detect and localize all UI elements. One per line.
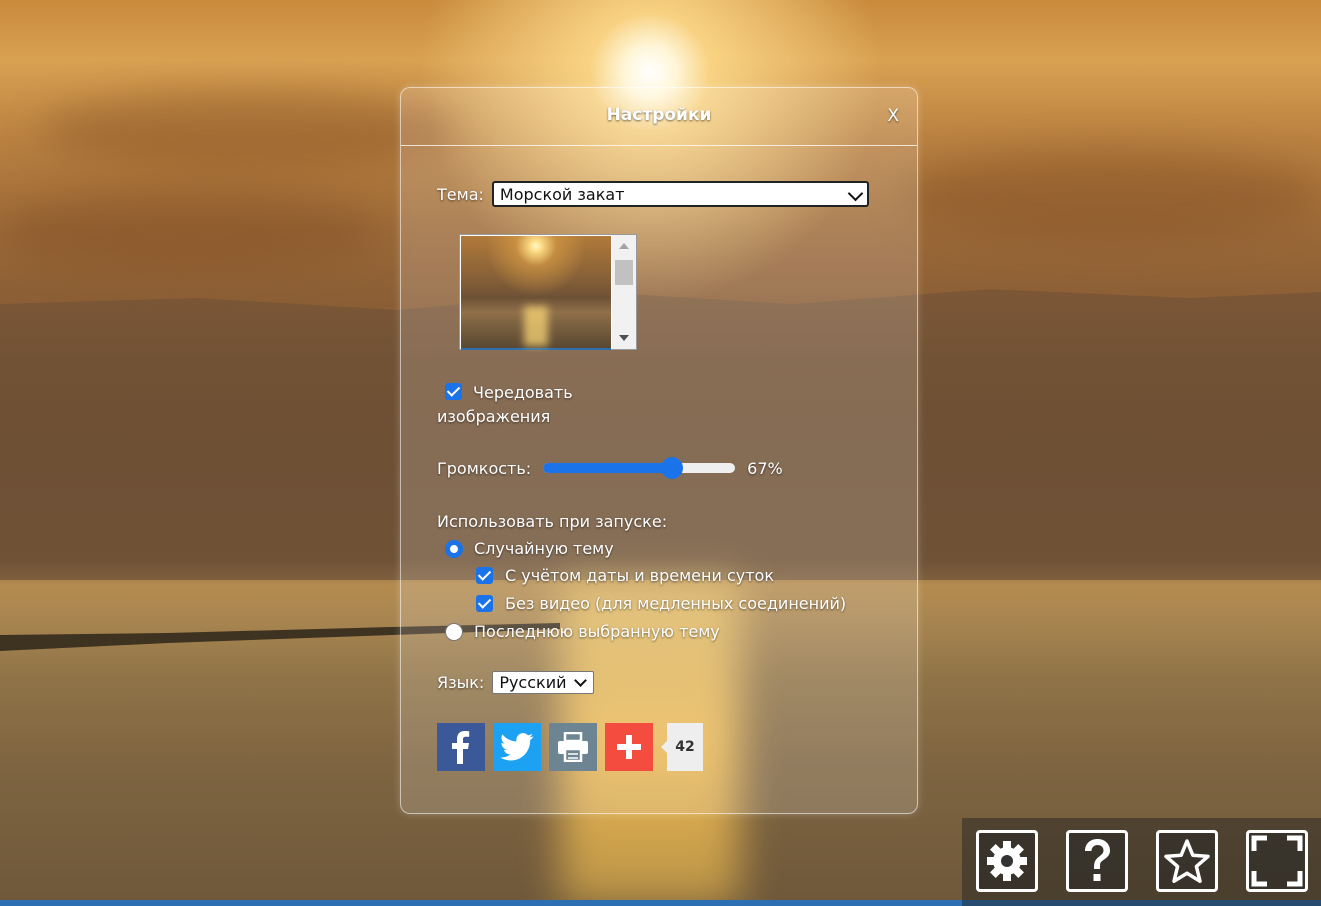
- facebook-share-button[interactable]: [437, 722, 485, 771]
- theme-thumbnail[interactable]: [461, 236, 611, 350]
- slider-fill: [543, 463, 673, 473]
- dialog-title: Настройки: [606, 105, 712, 125]
- rotate-images-option[interactable]: Чередовать изображения: [437, 381, 637, 429]
- volume-row: Громкость: 67%: [437, 456, 783, 480]
- help-button[interactable]: [1066, 830, 1128, 892]
- rotate-images-checkbox[interactable]: [445, 383, 462, 400]
- close-button[interactable]: X: [887, 106, 899, 126]
- language-label: Язык:: [437, 672, 485, 692]
- startup-label: Использовать при запуске:: [437, 512, 668, 531]
- cloud: [900, 150, 1320, 240]
- thumbnail-reflection: [524, 306, 548, 346]
- twitter-share-button[interactable]: [493, 722, 541, 771]
- volume-label: Громкость:: [437, 458, 532, 478]
- share-bar: 42: [437, 722, 703, 771]
- language-row: Язык: Русский: [437, 670, 595, 694]
- random-theme-label: Случайную тему: [474, 539, 614, 558]
- print-button[interactable]: [549, 722, 597, 771]
- plus-icon: [617, 734, 641, 759]
- facebook-icon: [452, 730, 470, 764]
- date-time-option[interactable]: С учётом даты и времени суток: [476, 566, 774, 585]
- corner-toolbar: [962, 818, 1321, 906]
- no-video-label: Без видео (для медленных соединений): [505, 594, 847, 613]
- last-theme-label: Последнюю выбранную тему: [474, 622, 720, 641]
- favorite-button[interactable]: [1156, 830, 1218, 892]
- theme-label: Тема:: [437, 184, 484, 204]
- theme-preview-list[interactable]: [459, 234, 637, 350]
- fullscreen-icon: [1251, 835, 1303, 887]
- rotate-images-label: Чередовать изображения: [437, 383, 573, 426]
- share-count: 42: [661, 722, 703, 771]
- twitter-icon: [500, 732, 534, 760]
- random-theme-radio[interactable]: [445, 539, 463, 558]
- settings-dialog: Настройки X Тема: Морской закат Чередова…: [400, 87, 918, 814]
- theme-row: Тема: Морской закат: [437, 181, 869, 207]
- print-icon: [558, 731, 588, 762]
- date-time-label: С учётом даты и времени суток: [505, 566, 775, 585]
- cloud: [0, 190, 380, 270]
- chevron-down-icon: [574, 673, 588, 687]
- no-video-option[interactable]: Без видео (для медленных соединений): [476, 594, 846, 613]
- scroll-down-icon[interactable]: [619, 335, 629, 341]
- last-theme-option[interactable]: Последнюю выбранную тему: [445, 622, 720, 641]
- more-share-button[interactable]: [605, 722, 653, 771]
- slider-handle[interactable]: [661, 457, 684, 479]
- gear-icon: [987, 841, 1027, 881]
- random-theme-option[interactable]: Случайную тему: [445, 539, 614, 558]
- preview-scrollbar[interactable]: [612, 235, 636, 349]
- settings-button[interactable]: [976, 830, 1038, 892]
- theme-select[interactable]: Морской закат: [491, 181, 869, 207]
- date-time-checkbox[interactable]: [476, 567, 493, 584]
- no-video-checkbox[interactable]: [476, 595, 493, 612]
- cloud: [40, 90, 460, 170]
- star-icon: [1164, 839, 1210, 883]
- language-select-value: Русский: [499, 672, 567, 692]
- volume-value: 67%: [747, 458, 783, 478]
- scroll-up-icon[interactable]: [619, 243, 629, 249]
- language-select[interactable]: Русский: [492, 670, 595, 694]
- theme-select-value: Морской закат: [499, 184, 625, 204]
- dialog-header: Настройки X: [401, 88, 917, 146]
- scrollbar-thumb[interactable]: [615, 260, 633, 285]
- fullscreen-button[interactable]: [1246, 830, 1308, 892]
- last-theme-radio[interactable]: [445, 622, 463, 641]
- question-icon: [1085, 839, 1110, 881]
- chevron-down-icon: [847, 185, 864, 202]
- volume-slider[interactable]: [543, 457, 736, 479]
